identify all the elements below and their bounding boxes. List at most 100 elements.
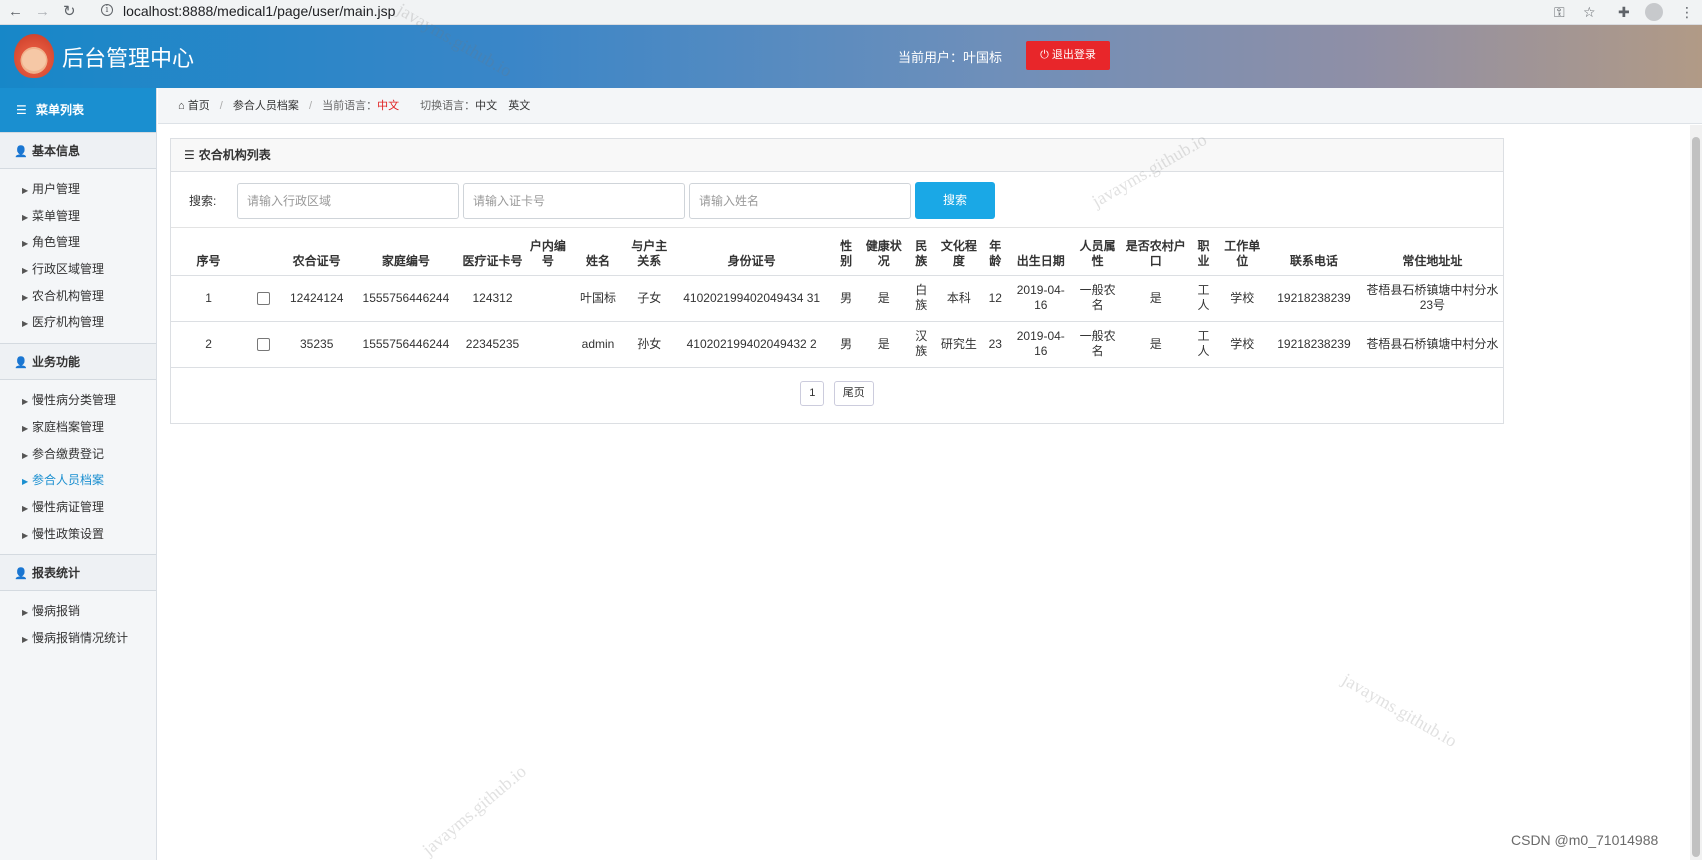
sidebar-item-coop-org-management[interactable]: ▶ 农合机构管理: [0, 283, 156, 310]
address-bar[interactable]: i localhost:8888/medical1/page/user/main…: [93, 1, 1538, 23]
row-checkbox[interactable]: [256, 291, 270, 305]
sidebar-item-member-archive[interactable]: ▶ 参合人员档案: [0, 467, 156, 494]
table-row[interactable]: 2 35235 1555756446244 22345235 admin 孙女 …: [171, 321, 1503, 368]
column-header: 农合证号: [280, 229, 354, 276]
sidebar-item-reimbursement-stats[interactable]: ▶ 慢病报销情况统计: [0, 625, 156, 652]
key-icon[interactable]: ⚿: [1554, 2, 1565, 22]
cell-gender: 男: [831, 275, 861, 322]
column-header: 常住地址址: [1361, 229, 1503, 276]
column-header: 户内编号: [526, 229, 570, 276]
cell-rural-hukou: 是: [1122, 275, 1189, 322]
sidebar-item-region-management[interactable]: ▶ 行政区域管理: [0, 256, 156, 283]
name-search-input[interactable]: [689, 183, 911, 219]
column-header: 性别: [831, 229, 861, 276]
star-icon[interactable]: ☆: [1583, 2, 1596, 22]
sidebar-item-user-management[interactable]: ▶ 用户管理: [0, 176, 156, 203]
logout-label: 退出登录: [1051, 49, 1096, 61]
site-info-icon[interactable]: i: [101, 4, 113, 16]
switch-language-chinese[interactable]: 中文: [475, 100, 497, 112]
sidebar-item-chronic-policy[interactable]: ▶ 慢性政策设置: [0, 521, 156, 548]
watermark: javayms.github.io: [1338, 669, 1461, 751]
row-checkbox[interactable]: [256, 337, 270, 351]
app-header: 后台管理中心 当前用户：叶国标 ⏻ 退出登录: [0, 25, 1702, 88]
search-bar: 搜索:: [171, 172, 1503, 228]
column-header: 人员属性: [1072, 229, 1123, 276]
reload-icon[interactable]: ↻: [63, 2, 76, 22]
sidebar-item-chronic-category[interactable]: ▶ 慢性病分类管理: [0, 387, 156, 414]
breadcrumb-current: 参合人员档案: [232, 100, 299, 112]
sidebar-item-payment-register[interactable]: ▶ 参合缴费登记: [0, 441, 156, 468]
column-header: 医疗证卡号: [458, 229, 527, 276]
cell-phone: 19218238239: [1266, 321, 1362, 368]
cell-gender: 男: [831, 321, 861, 368]
sidebar-group-business: 👤 业务功能 ▶ 慢性病分类管理 ▶ 家庭档案管理 ▶ 参合缴费登记 ▶ 参合人员档案 ▶…: [0, 343, 156, 554]
cell-name: 叶国标: [569, 275, 627, 322]
column-header: 家庭编号: [353, 229, 459, 276]
sidebar-item-reimbursement[interactable]: ▶ 慢病报销: [0, 598, 156, 625]
column-header: 身份证号: [671, 229, 832, 276]
cell-index: 2: [171, 321, 247, 368]
cell-name: admin: [569, 321, 627, 368]
row-checkbox-cell: [246, 321, 281, 368]
table-row[interactable]: 1 12424124 1555756446244 124312 叶国标 子女 4…: [171, 275, 1503, 322]
user-icon: 👤: [14, 568, 28, 581]
sidebar-group-header[interactable]: 👤 业务功能: [0, 343, 156, 381]
user-icon: 👤: [14, 146, 28, 158]
sidebar-item-role-management[interactable]: ▶ 角色管理: [0, 229, 156, 256]
cell-birth-date: 2019-04-16: [1008, 275, 1073, 322]
cell-ethnicity: 汉族: [906, 321, 937, 368]
sidebar-group-reports: 👤 报表统计 ▶ 慢病报销 ▶ 慢病报销情况统计: [0, 554, 156, 658]
page-scrollbar[interactable]: [1690, 125, 1702, 860]
caret-right-icon: ▶: [22, 450, 29, 460]
logout-button[interactable]: ⏻ 退出登录: [1026, 41, 1110, 70]
current-language-label: 当前语言：: [322, 100, 378, 112]
cell-education: 本科: [936, 275, 982, 322]
caret-right-icon: ▶: [22, 212, 29, 222]
cell-education: 研究生: [936, 321, 982, 368]
caret-right-icon: ▶: [22, 319, 29, 329]
region-search-input[interactable]: [237, 183, 459, 219]
sidebar-item-family-archive[interactable]: ▶ 家庭档案管理: [0, 414, 156, 441]
sidebar-group-header[interactable]: 👤 基本信息: [0, 132, 156, 169]
sidebar: ☰ 菜单列表 👤 基本信息 ▶ 用户管理 ▶ 菜单管理 ▶ 角色管理 ▶ 行政区域管理 ▶ 农…: [0, 88, 157, 860]
search-button[interactable]: 搜索: [915, 182, 995, 219]
search-label: 搜索:: [189, 194, 217, 208]
cell-person-type: 一般农名: [1072, 321, 1123, 368]
cell-index: 1: [171, 275, 247, 322]
sidebar-menu-title[interactable]: ☰ 菜单列表: [0, 88, 156, 132]
caret-right-icon: ▶: [22, 397, 29, 407]
more-menu-icon[interactable]: ⋮: [1680, 2, 1694, 22]
back-arrow-icon[interactable]: ←: [8, 2, 23, 22]
column-header: 民族: [906, 229, 937, 276]
url-text[interactable]: localhost:8888/medical1/page/user/main.j…: [123, 3, 395, 19]
coop-org-list-panel: ☰农合机构列表 搜索: 搜索 序号 农合证号 家庭编号 医疗证卡号 户内编号 姓…: [170, 138, 1504, 424]
panel-title: 农合机构列表: [198, 148, 271, 162]
cell-health: 是: [860, 275, 907, 322]
caret-right-icon: ▶: [22, 292, 29, 302]
breadcrumb-home[interactable]: 首页: [188, 100, 210, 112]
cell-relation: 孙女: [626, 321, 672, 368]
table-header-row: 序号 农合证号 家庭编号 医疗证卡号 户内编号 姓名 与户主关系 身份证号 性别…: [171, 229, 1503, 276]
column-header: 联系电话: [1266, 229, 1362, 276]
card-search-input[interactable]: [463, 183, 685, 219]
last-page-button[interactable]: 尾页: [833, 381, 874, 406]
cell-age: 23: [981, 321, 1009, 368]
cell-ethnicity: 白族: [906, 275, 937, 322]
cell-id-number: 410202199402049434 31: [671, 275, 832, 322]
caret-right-icon: ▶: [22, 608, 29, 618]
switch-language-english[interactable]: 英文: [508, 100, 530, 112]
forward-arrow-icon[interactable]: →: [35, 2, 50, 22]
page-button-1[interactable]: 1: [800, 381, 825, 406]
current-user-label: 当前用户：叶国标: [898, 50, 1003, 65]
sidebar-item-chronic-certificate[interactable]: ▶ 慢性病证管理: [0, 494, 156, 521]
caret-right-icon: ▶: [22, 503, 29, 513]
sidebar-group-header[interactable]: 👤 报表统计: [0, 554, 156, 592]
scrollbar-thumb[interactable]: [1692, 137, 1700, 857]
column-header: 健康状况: [860, 229, 907, 276]
extensions-icon[interactable]: ✚: [1618, 2, 1630, 22]
sidebar-item-menu-management[interactable]: ▶ 菜单管理: [0, 203, 156, 230]
column-header: [246, 229, 281, 276]
browser-toolbar: ← → ↻ i localhost:8888/medical1/page/use…: [0, 0, 1702, 25]
sidebar-item-medical-org-management[interactable]: ▶ 医疗机构管理: [0, 309, 156, 336]
profile-avatar-icon[interactable]: [1645, 3, 1663, 21]
